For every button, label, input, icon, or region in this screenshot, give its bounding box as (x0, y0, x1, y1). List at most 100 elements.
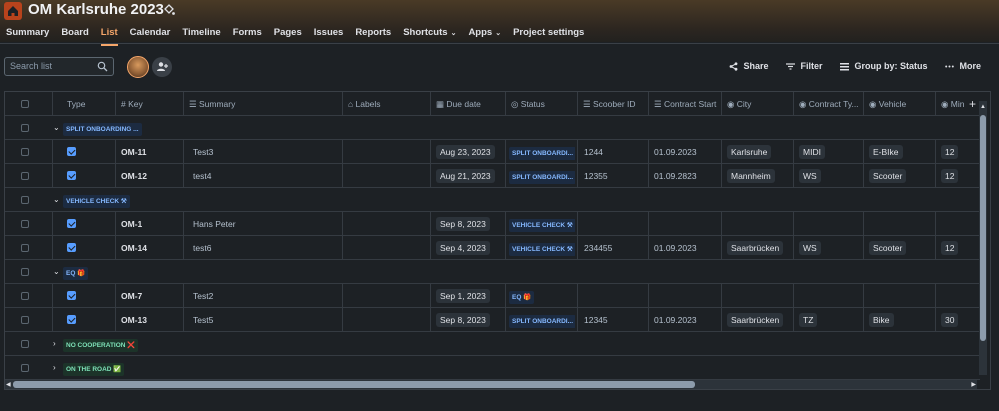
issue-due-date[interactable]: Aug 23, 2023 (436, 140, 505, 164)
table-row[interactable]: OM-12 test4 Aug 21, 2023 SPLIT ONBOARDI... 1… (5, 164, 980, 188)
row-checkbox[interactable] (21, 364, 29, 372)
issue-city[interactable]: Saarbrücken (727, 308, 793, 332)
issue-min[interactable]: 12 (941, 140, 980, 164)
issue-summary[interactable]: test4 (193, 164, 346, 188)
chevron-right-icon[interactable]: › (53, 332, 63, 356)
horizontal-scroll-thumb[interactable] (13, 381, 695, 388)
issue-min[interactable]: 12 (941, 236, 980, 260)
issue-status[interactable]: SPLIT ONBOARDI... (509, 140, 575, 164)
row-checkbox[interactable] (21, 196, 29, 204)
row-checkbox[interactable] (21, 220, 29, 228)
group-label[interactable]: VEHICLE CHECK ⚒ (63, 188, 263, 212)
row-checkbox[interactable] (21, 124, 29, 132)
issue-labels[interactable] (348, 212, 430, 236)
issue-contract-start[interactable]: 01.09.2023 (654, 140, 721, 164)
column-header-vehicle[interactable]: ◉ Vehicle (869, 92, 935, 116)
group-label[interactable]: ON THE ROAD ✅ (63, 356, 263, 380)
issue-due-date[interactable]: Sep 8, 2023 (436, 308, 505, 332)
issue-labels[interactable] (348, 308, 430, 332)
share-button[interactable]: Share (729, 61, 768, 71)
issue-labels[interactable] (348, 164, 430, 188)
issue-city[interactable] (727, 284, 793, 308)
column-header-due-date[interactable]: ▦ Due date (436, 92, 505, 116)
issue-status[interactable]: SPLIT ONBOARDI... (509, 164, 575, 188)
table-row[interactable]: OM-13 Test5 Sep 8, 2023 SPLIT ONBOARDI... 12… (5, 308, 980, 332)
filter-button[interactable]: Filter (786, 61, 822, 71)
issue-min[interactable]: 30 (941, 308, 980, 332)
add-people-button[interactable] (152, 57, 172, 77)
issue-contract-type[interactable]: WS (799, 236, 863, 260)
issue-key[interactable]: OM-1 (121, 212, 183, 236)
tab-list[interactable]: List (100, 26, 118, 46)
tab-reports[interactable]: Reports (355, 26, 391, 42)
column-header-city[interactable]: ◉ City (727, 92, 793, 116)
group-row[interactable]: ⌄ VEHICLE CHECK ⚒ (5, 188, 980, 212)
issue-scoober-id[interactable] (584, 284, 649, 308)
issue-scoober-id[interactable]: 234455 (584, 236, 649, 260)
tab-pages[interactable]: Pages (274, 26, 302, 42)
horizontal-scrollbar[interactable]: ◀ ▶ (5, 380, 977, 389)
row-checkbox[interactable] (21, 148, 29, 156)
table-row[interactable]: OM-11 Test3 Aug 23, 2023 SPLIT ONBOARDI... 1… (5, 140, 980, 164)
more-button[interactable]: More (945, 61, 981, 71)
select-all-checkbox[interactable] (21, 100, 29, 108)
issue-due-date[interactable]: Aug 21, 2023 (436, 164, 505, 188)
issue-due-date[interactable]: Sep 1, 2023 (436, 284, 505, 308)
issue-vehicle[interactable]: Scooter (869, 236, 935, 260)
issue-city[interactable]: Saarbrücken (727, 236, 793, 260)
issue-due-date[interactable]: Sep 8, 2023 (436, 212, 505, 236)
row-checkbox[interactable] (21, 316, 29, 324)
issue-status[interactable]: VEHICLE CHECK ⚒ (509, 236, 575, 260)
tab-project-settings[interactable]: Project settings (513, 26, 584, 42)
issue-vehicle[interactable] (869, 212, 935, 236)
column-header-labels[interactable]: ⌂ Labels (348, 92, 430, 116)
group-row[interactable]: › NO COOPERATION ❌ (5, 332, 980, 356)
issue-vehicle[interactable]: Bike (869, 308, 935, 332)
issue-key[interactable]: OM-12 (121, 164, 183, 188)
issue-min[interactable] (941, 284, 980, 308)
issue-summary[interactable]: Test3 (193, 140, 346, 164)
group-label[interactable]: SPLIT ONBOARDING ... (63, 116, 263, 140)
group-row[interactable]: ⌄ EQ 🎁 (5, 260, 980, 284)
search-input[interactable]: Search list (4, 57, 114, 76)
issue-vehicle[interactable] (869, 284, 935, 308)
tab-forms[interactable]: Forms (233, 26, 262, 42)
issue-contract-start[interactable] (654, 284, 721, 308)
issue-status[interactable]: SPLIT ONBOARDI... (509, 308, 575, 332)
issue-scoober-id[interactable]: 1244 (584, 140, 649, 164)
issue-key[interactable]: OM-7 (121, 284, 183, 308)
issue-city[interactable]: Karlsruhe (727, 140, 793, 164)
issue-contract-start[interactable]: 01.09.2023 (654, 308, 721, 332)
issue-contract-start[interactable]: 01.09.2023 (654, 236, 721, 260)
issue-scoober-id[interactable]: 12355 (584, 164, 649, 188)
chevron-down-icon[interactable]: ⌄ (53, 260, 63, 284)
row-checkbox[interactable] (21, 244, 29, 252)
column-header-status[interactable]: ◎ Status (511, 92, 577, 116)
issue-city[interactable] (727, 212, 793, 236)
chevron-down-icon[interactable]: ⌄ (53, 188, 63, 212)
issue-contract-start[interactable]: 01.09.2823 (654, 164, 721, 188)
issue-vehicle[interactable]: Scooter (869, 164, 935, 188)
issue-summary[interactable]: test6 (193, 236, 346, 260)
issue-summary[interactable]: Test2 (193, 284, 346, 308)
scroll-up-icon[interactable]: ▲ (980, 103, 986, 111)
issue-min[interactable]: 12 (941, 164, 980, 188)
issue-contract-type[interactable]: WS (799, 164, 863, 188)
issue-labels[interactable] (348, 236, 430, 260)
row-checkbox[interactable] (21, 292, 29, 300)
issue-contract-type[interactable] (799, 212, 863, 236)
tab-summary[interactable]: Summary (6, 26, 49, 42)
tab-calendar[interactable]: Calendar (130, 26, 171, 42)
issue-key[interactable]: OM-11 (121, 140, 183, 164)
issue-contract-type[interactable]: MIDI (799, 140, 863, 164)
issue-due-date[interactable]: Sep 4, 2023 (436, 236, 505, 260)
column-header-contract-ty[interactable]: ◉ Contract Ty... (799, 92, 863, 116)
add-column-icon[interactable]: + (969, 98, 976, 110)
scroll-right-icon[interactable]: ▶ (971, 381, 976, 389)
issue-labels[interactable] (348, 284, 430, 308)
issue-key[interactable]: OM-13 (121, 308, 183, 332)
column-header-summary[interactable]: ☰ Summary (189, 92, 342, 116)
paint-bucket-icon[interactable] (162, 3, 176, 17)
issue-key[interactable]: OM-14 (121, 236, 183, 260)
group-by-button[interactable]: Group by: Status (840, 61, 927, 71)
